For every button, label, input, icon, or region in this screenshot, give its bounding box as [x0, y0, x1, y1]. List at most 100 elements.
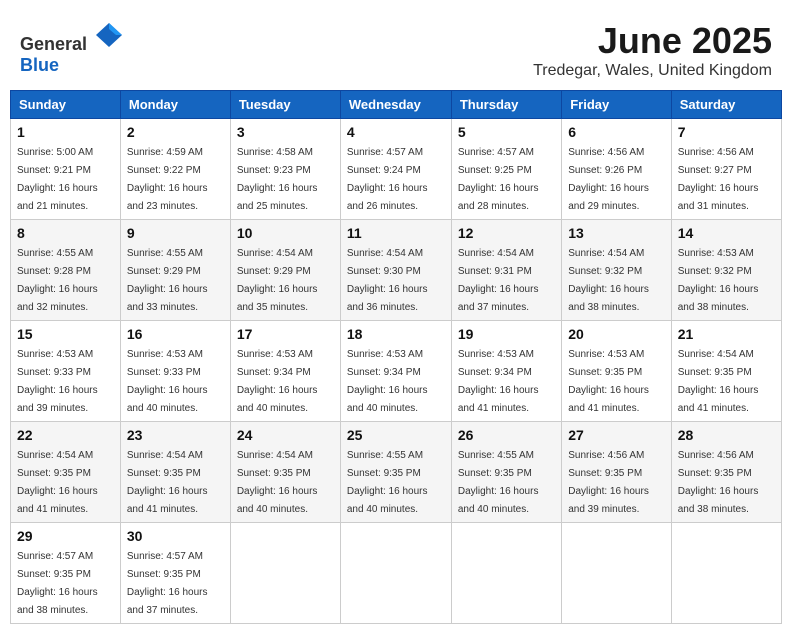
- day-number: 15: [17, 326, 114, 342]
- day-info: Sunrise: 4:53 AMSunset: 9:34 PMDaylight:…: [458, 349, 539, 414]
- day-number: 26: [458, 427, 555, 443]
- calendar-day-1: 1 Sunrise: 5:00 AMSunset: 9:21 PMDayligh…: [11, 119, 121, 220]
- day-number: 17: [237, 326, 334, 342]
- calendar-day-16: 16 Sunrise: 4:53 AMSunset: 9:33 PMDaylig…: [120, 321, 230, 422]
- day-info: Sunrise: 4:54 AMSunset: 9:35 PMDaylight:…: [237, 450, 318, 515]
- calendar-day-10: 10 Sunrise: 4:54 AMSunset: 9:29 PMDaylig…: [230, 220, 340, 321]
- day-info: Sunrise: 4:56 AMSunset: 9:35 PMDaylight:…: [678, 450, 759, 515]
- title-block: June 2025 Tredegar, Wales, United Kingdo…: [533, 20, 772, 80]
- calendar-day-28: 28 Sunrise: 4:56 AMSunset: 9:35 PMDaylig…: [671, 422, 781, 523]
- weekday-header-saturday: Saturday: [671, 91, 781, 119]
- day-number: 24: [237, 427, 334, 443]
- day-info: Sunrise: 4:53 AMSunset: 9:33 PMDaylight:…: [17, 349, 98, 414]
- calendar-day-21: 21 Sunrise: 4:54 AMSunset: 9:35 PMDaylig…: [671, 321, 781, 422]
- calendar-day-5: 5 Sunrise: 4:57 AMSunset: 9:25 PMDayligh…: [451, 119, 561, 220]
- logo-icon: [94, 20, 124, 50]
- day-info: Sunrise: 4:57 AMSunset: 9:35 PMDaylight:…: [17, 551, 98, 616]
- day-number: 27: [568, 427, 665, 443]
- day-info: Sunrise: 4:54 AMSunset: 9:35 PMDaylight:…: [678, 349, 759, 414]
- day-info: Sunrise: 4:54 AMSunset: 9:32 PMDaylight:…: [568, 248, 649, 313]
- day-number: 30: [127, 528, 224, 544]
- day-number: 16: [127, 326, 224, 342]
- day-number: 9: [127, 225, 224, 241]
- day-number: 23: [127, 427, 224, 443]
- empty-cell: [671, 523, 781, 624]
- day-number: 21: [678, 326, 775, 342]
- weekday-header-tuesday: Tuesday: [230, 91, 340, 119]
- month-title: June 2025: [533, 20, 772, 62]
- logo-general: General: [20, 34, 87, 54]
- day-number: 19: [458, 326, 555, 342]
- day-info: Sunrise: 4:54 AMSunset: 9:35 PMDaylight:…: [17, 450, 98, 515]
- day-info: Sunrise: 4:53 AMSunset: 9:35 PMDaylight:…: [568, 349, 649, 414]
- day-number: 18: [347, 326, 445, 342]
- day-info: Sunrise: 4:56 AMSunset: 9:35 PMDaylight:…: [568, 450, 649, 515]
- weekday-header-sunday: Sunday: [11, 91, 121, 119]
- logo: General Blue: [20, 20, 124, 76]
- day-info: Sunrise: 4:54 AMSunset: 9:29 PMDaylight:…: [237, 248, 318, 313]
- calendar-day-11: 11 Sunrise: 4:54 AMSunset: 9:30 PMDaylig…: [340, 220, 451, 321]
- calendar-day-4: 4 Sunrise: 4:57 AMSunset: 9:24 PMDayligh…: [340, 119, 451, 220]
- day-info: Sunrise: 4:56 AMSunset: 9:27 PMDaylight:…: [678, 147, 759, 212]
- weekday-header-friday: Friday: [562, 91, 672, 119]
- day-info: Sunrise: 4:56 AMSunset: 9:26 PMDaylight:…: [568, 147, 649, 212]
- calendar-day-26: 26 Sunrise: 4:55 AMSunset: 9:35 PMDaylig…: [451, 422, 561, 523]
- calendar-week-1: 1 Sunrise: 5:00 AMSunset: 9:21 PMDayligh…: [11, 119, 782, 220]
- calendar-day-20: 20 Sunrise: 4:53 AMSunset: 9:35 PMDaylig…: [562, 321, 672, 422]
- day-info: Sunrise: 4:53 AMSunset: 9:34 PMDaylight:…: [347, 349, 428, 414]
- day-info: Sunrise: 4:54 AMSunset: 9:35 PMDaylight:…: [127, 450, 208, 515]
- weekday-header-wednesday: Wednesday: [340, 91, 451, 119]
- day-number: 28: [678, 427, 775, 443]
- day-info: Sunrise: 4:57 AMSunset: 9:25 PMDaylight:…: [458, 147, 539, 212]
- calendar-day-29: 29 Sunrise: 4:57 AMSunset: 9:35 PMDaylig…: [11, 523, 121, 624]
- day-info: Sunrise: 4:57 AMSunset: 9:24 PMDaylight:…: [347, 147, 428, 212]
- day-number: 29: [17, 528, 114, 544]
- calendar-day-7: 7 Sunrise: 4:56 AMSunset: 9:27 PMDayligh…: [671, 119, 781, 220]
- day-number: 3: [237, 124, 334, 140]
- logo-blue: Blue: [20, 55, 59, 75]
- day-number: 20: [568, 326, 665, 342]
- weekday-header-monday: Monday: [120, 91, 230, 119]
- calendar-day-2: 2 Sunrise: 4:59 AMSunset: 9:22 PMDayligh…: [120, 119, 230, 220]
- day-number: 25: [347, 427, 445, 443]
- calendar-day-30: 30 Sunrise: 4:57 AMSunset: 9:35 PMDaylig…: [120, 523, 230, 624]
- calendar-week-3: 15 Sunrise: 4:53 AMSunset: 9:33 PMDaylig…: [11, 321, 782, 422]
- calendar-day-14: 14 Sunrise: 4:53 AMSunset: 9:32 PMDaylig…: [671, 220, 781, 321]
- logo-text: General Blue: [20, 20, 124, 76]
- day-info: Sunrise: 4:55 AMSunset: 9:29 PMDaylight:…: [127, 248, 208, 313]
- calendar-day-13: 13 Sunrise: 4:54 AMSunset: 9:32 PMDaylig…: [562, 220, 672, 321]
- calendar-day-8: 8 Sunrise: 4:55 AMSunset: 9:28 PMDayligh…: [11, 220, 121, 321]
- calendar-day-3: 3 Sunrise: 4:58 AMSunset: 9:23 PMDayligh…: [230, 119, 340, 220]
- day-number: 2: [127, 124, 224, 140]
- day-info: Sunrise: 4:53 AMSunset: 9:34 PMDaylight:…: [237, 349, 318, 414]
- day-number: 10: [237, 225, 334, 241]
- day-number: 1: [17, 124, 114, 140]
- calendar-day-12: 12 Sunrise: 4:54 AMSunset: 9:31 PMDaylig…: [451, 220, 561, 321]
- day-number: 5: [458, 124, 555, 140]
- day-info: Sunrise: 4:55 AMSunset: 9:35 PMDaylight:…: [458, 450, 539, 515]
- day-number: 8: [17, 225, 114, 241]
- day-info: Sunrise: 4:53 AMSunset: 9:32 PMDaylight:…: [678, 248, 759, 313]
- empty-cell: [562, 523, 672, 624]
- calendar-day-19: 19 Sunrise: 4:53 AMSunset: 9:34 PMDaylig…: [451, 321, 561, 422]
- calendar-day-22: 22 Sunrise: 4:54 AMSunset: 9:35 PMDaylig…: [11, 422, 121, 523]
- day-number: 14: [678, 225, 775, 241]
- calendar-day-18: 18 Sunrise: 4:53 AMSunset: 9:34 PMDaylig…: [340, 321, 451, 422]
- day-number: 4: [347, 124, 445, 140]
- header: General Blue June 2025 Tredegar, Wales, …: [10, 10, 782, 85]
- empty-cell: [230, 523, 340, 624]
- empty-cell: [451, 523, 561, 624]
- weekday-header-thursday: Thursday: [451, 91, 561, 119]
- location-title: Tredegar, Wales, United Kingdom: [533, 62, 772, 80]
- day-info: Sunrise: 4:57 AMSunset: 9:35 PMDaylight:…: [127, 551, 208, 616]
- calendar-week-2: 8 Sunrise: 4:55 AMSunset: 9:28 PMDayligh…: [11, 220, 782, 321]
- calendar-week-5: 29 Sunrise: 4:57 AMSunset: 9:35 PMDaylig…: [11, 523, 782, 624]
- day-number: 12: [458, 225, 555, 241]
- day-number: 13: [568, 225, 665, 241]
- day-number: 22: [17, 427, 114, 443]
- day-info: Sunrise: 4:58 AMSunset: 9:23 PMDaylight:…: [237, 147, 318, 212]
- day-number: 7: [678, 124, 775, 140]
- day-number: 11: [347, 225, 445, 241]
- calendar-day-17: 17 Sunrise: 4:53 AMSunset: 9:34 PMDaylig…: [230, 321, 340, 422]
- day-info: Sunrise: 4:54 AMSunset: 9:31 PMDaylight:…: [458, 248, 539, 313]
